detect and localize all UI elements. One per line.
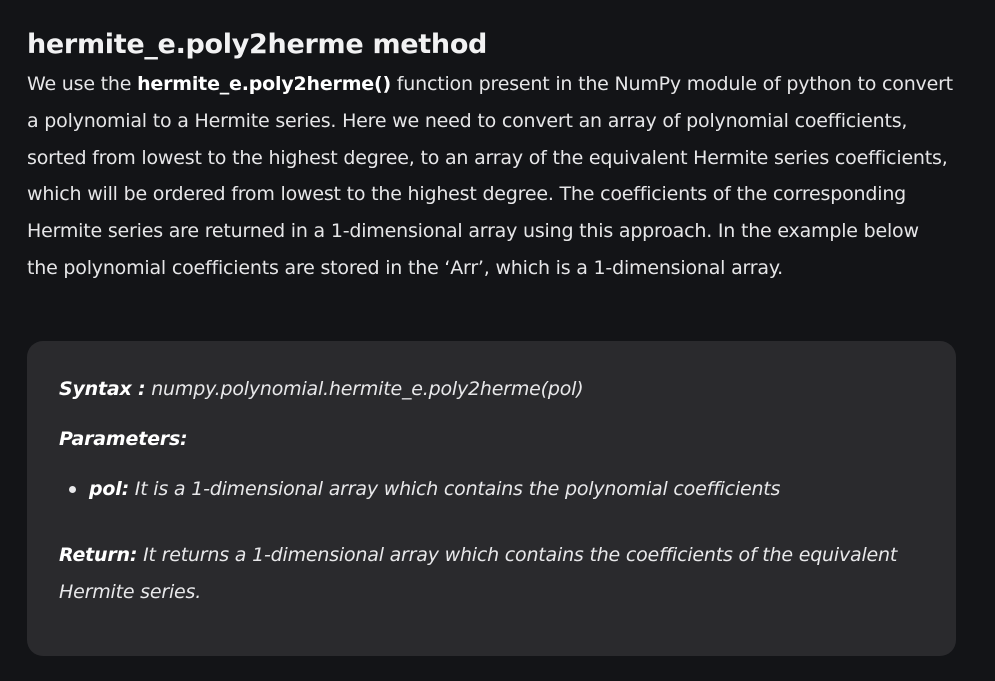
- section-heading: hermite_e.poly2herme method: [27, 29, 488, 60]
- parameter-list: pol: It is a 1-dimensional array which c…: [59, 471, 926, 507]
- intro-prefix: We use the: [27, 73, 138, 95]
- return-label: Return:: [59, 544, 138, 566]
- syntax-value: numpy.polynomial.hermite_e.poly2herme(po…: [145, 378, 584, 400]
- parameter-name: pol:: [89, 478, 129, 500]
- parameter-item-pol: pol: It is a 1-dimensional array which c…: [69, 471, 926, 507]
- parameters-label: Parameters:: [59, 428, 188, 450]
- return-line: Return: It returns a 1-dimensional array…: [59, 537, 926, 611]
- function-name: hermite_e.poly2herme(): [137, 73, 391, 95]
- return-value: It returns a 1-dimensional array which c…: [59, 544, 898, 603]
- syntax-line: Syntax : numpy.polynomial.hermite_e.poly…: [59, 371, 926, 407]
- parameter-description: It is a 1-dimensional array which contai…: [128, 478, 781, 500]
- syntax-label: Syntax :: [59, 378, 146, 400]
- article-section: hermite_e.poly2herme method We use the h…: [0, 0, 995, 681]
- syntax-box: Syntax : numpy.polynomial.hermite_e.poly…: [27, 341, 956, 656]
- parameters-heading: Parameters:: [59, 421, 926, 457]
- bullet-icon: [69, 486, 76, 493]
- intro-suffix: function present in the NumPy module of …: [27, 73, 953, 279]
- intro-paragraph: We use the hermite_e.poly2herme() functi…: [27, 66, 955, 287]
